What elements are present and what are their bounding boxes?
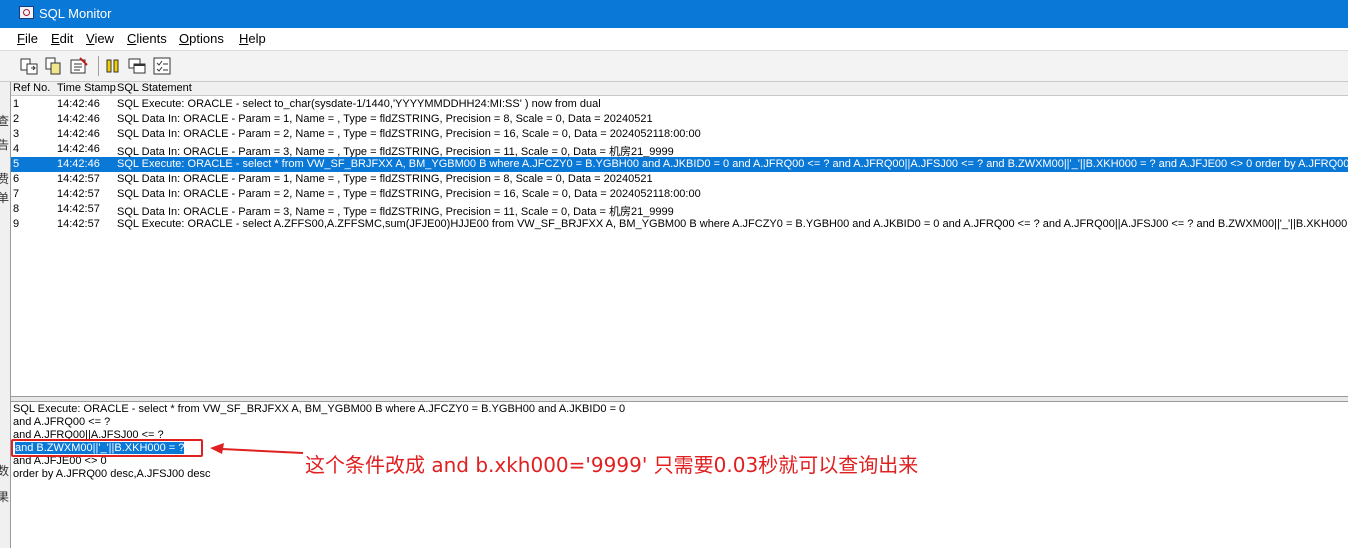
menu-file-label: ile [24, 31, 38, 46]
table-row[interactable]: 4 14:42:46 SQL Data In: ORACLE - Param = 3… [11, 142, 1348, 158]
strip-glyph: 单 [0, 189, 9, 206]
cell-sql-statement: SQL Execute: ORACLE - select A.ZFFS00,A.… [117, 218, 1348, 230]
menu-clients-label: lients [136, 31, 167, 46]
cell-time-stamp: 14:42:46 [57, 158, 100, 170]
highlight-box [11, 439, 203, 457]
cell-sql-statement: SQL Data In: ORACLE - Param = 2, Name = … [117, 128, 701, 140]
cell-sql-statement: SQL Data In: ORACLE - Param = 1, Name = … [117, 113, 653, 125]
cell-ref-no: 8 [13, 203, 20, 215]
menu-help-label: elp [248, 31, 266, 46]
menu-bar: File Edit View Clients Options Help [0, 28, 1348, 51]
table-row[interactable]: 9 14:42:57 SQL Execute: ORACLE - select A.… [11, 217, 1348, 232]
sql-trace-grid[interactable]: Ref No. Time Stamp SQL Statement 1 14:42:… [11, 82, 1348, 397]
annotation-arrow-icon [210, 443, 303, 454]
toolbar [0, 51, 1348, 82]
table-row[interactable]: 8 14:42:57 SQL Data In: ORACLE - Param = 3… [11, 202, 1348, 218]
cell-time-stamp: 14:42:46 [57, 113, 100, 125]
cell-ref-no: 4 [13, 143, 20, 155]
cell-time-stamp: 14:42:46 [57, 143, 100, 155]
strip-glyph: 数 [0, 462, 9, 479]
header-ref-no[interactable]: Ref No. [13, 82, 50, 94]
header-sql-statement[interactable]: SQL Statement [117, 82, 192, 94]
menu-help-mnemonic: H [239, 31, 249, 46]
pause-icon[interactable] [103, 56, 123, 76]
cell-time-stamp: 14:42:57 [57, 203, 100, 215]
detail-line: and A.JFRQ00 <= ? [13, 416, 111, 428]
table-row[interactable]: 5 14:42:46 SQL Execute: ORACLE - select * … [11, 157, 1348, 172]
table-row[interactable]: 7 14:42:57 SQL Data In: ORACLE - Param = 2… [11, 187, 1348, 202]
cell-ref-no: 6 [13, 173, 20, 185]
clear-icon[interactable] [69, 56, 89, 76]
detail-line: order by A.JFRQ00 desc,A.JFSJ00 desc [13, 468, 211, 480]
app-icon [19, 6, 34, 19]
window-title: SQL Monitor [39, 6, 112, 21]
cell-sql-statement: SQL Data In: ORACLE - Param = 2, Name = … [117, 188, 701, 200]
menu-options[interactable]: Options [179, 31, 224, 46]
menu-options-label: ptions [189, 31, 224, 46]
cell-time-stamp: 14:42:57 [57, 188, 100, 200]
menu-clients-mnemonic: C [127, 31, 137, 46]
header-time-stamp[interactable]: Time Stamp [57, 82, 116, 94]
table-row[interactable]: 3 14:42:46 SQL Data In: ORACLE - Param = 2… [11, 127, 1348, 142]
menu-file[interactable]: File [17, 31, 38, 46]
table-row[interactable]: 6 14:42:57 SQL Data In: ORACLE - Param = 1… [11, 172, 1348, 187]
cell-ref-no: 7 [13, 188, 20, 200]
cell-sql-statement: SQL Data In: ORACLE - Param = 1, Name = … [117, 173, 653, 185]
cell-sql-statement: SQL Execute: ORACLE - select * from VW_S… [117, 158, 1348, 170]
menu-help[interactable]: Help [239, 31, 266, 46]
menu-edit-mnemonic: E [51, 31, 60, 46]
table-row[interactable]: 1 14:42:46 SQL Execute: ORACLE - select to… [11, 97, 1348, 112]
grid-header: Ref No. Time Stamp SQL Statement [11, 82, 1348, 96]
menu-file-mnemonic: F [17, 31, 25, 46]
save-log-icon[interactable] [19, 56, 39, 76]
detail-line: SQL Execute: ORACLE - select * from VW_S… [13, 403, 626, 415]
menu-view[interactable]: View [86, 31, 114, 46]
cell-time-stamp: 14:42:46 [57, 98, 100, 110]
cell-ref-no: 3 [13, 128, 20, 140]
cell-ref-no: 5 [13, 158, 20, 170]
strip-glyph: 费 [0, 170, 9, 187]
background-window-strip: 查 告 费 单 数 果 [0, 82, 11, 548]
title-bar: SQL Monitor [0, 0, 1348, 28]
menu-view-label: iew [94, 31, 114, 46]
cell-ref-no: 9 [13, 218, 20, 230]
cell-sql-statement: SQL Execute: ORACLE - select to_char(sys… [117, 98, 601, 110]
strip-glyph: 查 [0, 112, 9, 129]
strip-glyph: 告 [0, 136, 9, 153]
table-row[interactable]: 2 14:42:46 SQL Data In: ORACLE - Param = 1… [11, 112, 1348, 127]
menu-options-mnemonic: O [179, 31, 190, 46]
checklist-icon[interactable] [152, 56, 172, 76]
cell-time-stamp: 14:42:46 [57, 128, 100, 140]
cell-ref-no: 2 [13, 113, 20, 125]
cell-time-stamp: 14:42:57 [57, 218, 100, 230]
menu-edit-label: dit [59, 31, 74, 46]
annotation-note: 这个条件改成 and b.xkh000='9999' 只需要0.03秒就可以查询… [305, 453, 919, 477]
copy-icon[interactable] [44, 56, 64, 76]
cell-time-stamp: 14:42:57 [57, 173, 100, 185]
strip-glyph: 果 [0, 488, 9, 505]
menu-clients[interactable]: Clients [127, 31, 167, 46]
window-icon[interactable] [127, 56, 147, 76]
toolbar-separator [98, 56, 99, 76]
menu-edit[interactable]: Edit [51, 31, 73, 46]
cell-ref-no: 1 [13, 98, 20, 110]
